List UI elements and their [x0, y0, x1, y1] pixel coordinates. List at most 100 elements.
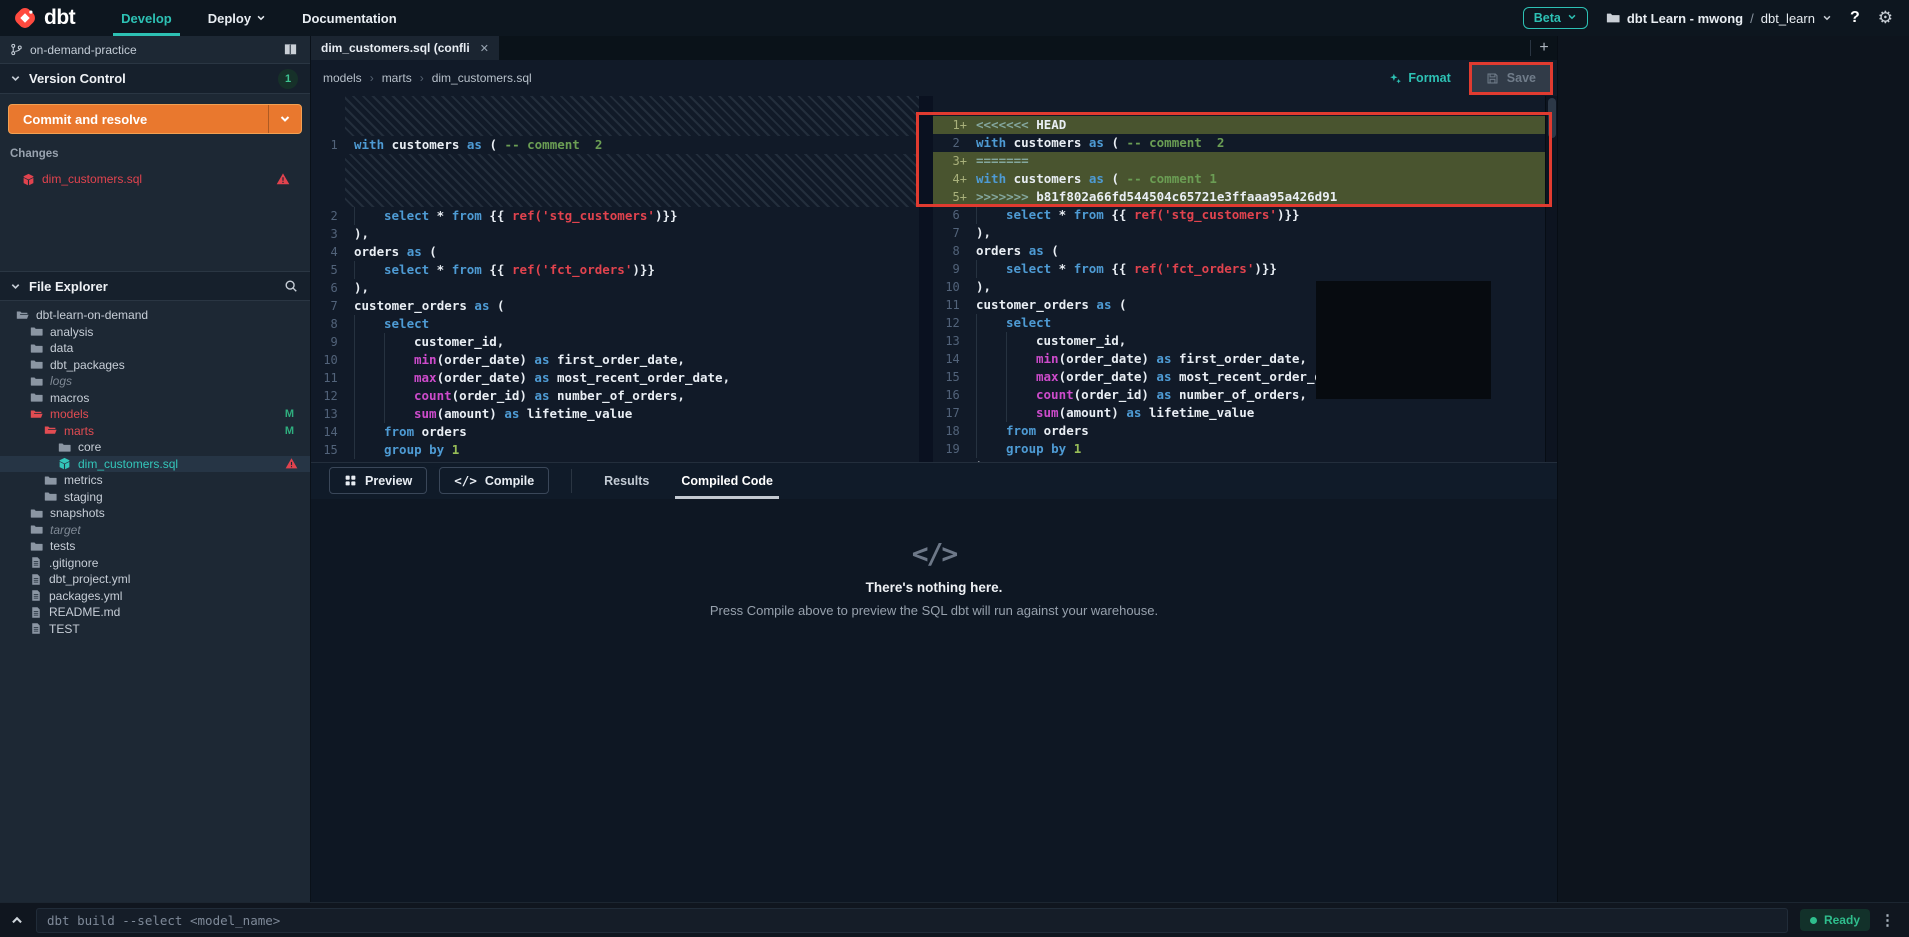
tab-results[interactable]: Results [604, 462, 649, 499]
file-icon [30, 589, 42, 602]
compile-button[interactable]: </> Compile [439, 467, 549, 494]
tree-item-label: macros [50, 391, 89, 405]
folder-icon [44, 490, 57, 503]
search-icon[interactable] [284, 279, 298, 293]
tree-item-models[interactable]: modelsM [0, 406, 310, 423]
folder-icon [30, 523, 43, 536]
editor-pane-current[interactable]: 1 with customers as ( -- comment 2 2 sele… [311, 96, 919, 462]
code-line[interactable]: 5 select * from {{ ref('fct_orders')}} [311, 261, 919, 279]
folder-icon [30, 540, 43, 553]
close-icon[interactable]: ✕ [480, 42, 489, 55]
docs-book-icon[interactable] [283, 42, 298, 57]
nav-item-deploy[interactable]: Deploy [190, 0, 284, 36]
tree-item-dbt-project-yml[interactable]: dbt_project.yml [0, 571, 310, 588]
line-number: 13 [311, 405, 345, 423]
account-breadcrumb[interactable]: dbt Learn - mwong / dbt_learn [1606, 11, 1832, 26]
modified-badge: M [285, 408, 310, 420]
tree-item-readme-md[interactable]: README.md [0, 604, 310, 621]
changed-file-name: dim_customers.sql [42, 172, 142, 186]
tree-item-macros[interactable]: macros [0, 390, 310, 407]
tree-item-marts[interactable]: martsM [0, 423, 310, 440]
tree-item-packages-yml[interactable]: packages.yml [0, 588, 310, 605]
branch-row[interactable]: on-demand-practice [0, 36, 310, 64]
kebab-menu-icon[interactable]: ⋮ [1880, 911, 1895, 929]
code-line[interactable]: 6 ), [311, 279, 919, 297]
preview-button[interactable]: Preview [329, 467, 427, 494]
code-line[interactable]: 7 ), [933, 224, 1545, 242]
code-line[interactable]: 14 from orders [311, 423, 919, 441]
chevron-up-icon[interactable] [10, 913, 24, 927]
tree-item-dbt-learn-on-demand[interactable]: dbt-learn-on-demand [0, 307, 310, 324]
changed-file-row[interactable]: dim_customers.sql [8, 168, 302, 190]
commit-and-resolve-button[interactable]: Commit and resolve [8, 104, 302, 134]
tree-item-dbt-packages[interactable]: dbt_packages [0, 357, 310, 374]
tree-item-data[interactable]: data [0, 340, 310, 357]
code-line[interactable]: 5+>>>>>>> b81f802a66fd544504c65721e3ffaa… [933, 188, 1545, 206]
tab-dim-customers[interactable]: dim_customers.sql (confli... ✕ [311, 36, 499, 60]
dbt-logo[interactable]: dbt [12, 5, 75, 31]
tree-item--gitignore[interactable]: .gitignore [0, 555, 310, 572]
code-line[interactable]: 3 ), [311, 225, 919, 243]
line-number: 9 [933, 260, 967, 278]
new-tab-button[interactable]: + [1531, 36, 1557, 60]
gear-icon[interactable]: ⚙ [1878, 8, 1893, 28]
tree-item-label: snapshots [50, 506, 105, 520]
editor-column: dim_customers.sql (confli... ✕ + models … [311, 36, 1557, 902]
code-line[interactable]: 11 max(order_date) as most_recent_order_… [311, 369, 919, 387]
scrollbar-thumb[interactable] [1548, 98, 1556, 138]
tree-item-core[interactable]: core [0, 439, 310, 456]
indent-guide [354, 261, 384, 279]
tree-item-test[interactable]: TEST [0, 621, 310, 638]
tree-item-metrics[interactable]: metrics [0, 472, 310, 489]
collapsed-diff-region [345, 154, 919, 207]
code-line[interactable]: 6 select * from {{ ref('stg_customers')}… [933, 206, 1545, 224]
nav-item-documentation[interactable]: Documentation [284, 0, 415, 36]
tab-compiled-code[interactable]: Compiled Code [681, 462, 773, 499]
code-line[interactable]: 9 customer_id, [311, 333, 919, 351]
indent-guide [976, 404, 1006, 422]
tree-item-snapshots[interactable]: snapshots [0, 505, 310, 522]
tree-item-logs[interactable]: logs [0, 373, 310, 390]
beta-dropdown[interactable]: Beta [1523, 7, 1588, 29]
file-icon [30, 556, 42, 569]
command-input[interactable]: dbt build --select <model_name> [36, 908, 1788, 933]
code-line[interactable]: 13 sum(amount) as lifetime_value [311, 405, 919, 423]
help-icon[interactable]: ? [1850, 9, 1860, 27]
tree-item-tests[interactable]: tests [0, 538, 310, 555]
code-line[interactable]: 15 group by 1 [311, 441, 919, 459]
code-line[interactable]: 2 with customers as ( -- comment 2 [933, 134, 1545, 152]
code-line[interactable]: 9 select * from {{ ref('fct_orders')}} [933, 260, 1545, 278]
indent-guide [976, 350, 1006, 368]
code-line[interactable]: 19 group by 1 [933, 440, 1545, 458]
version-control-header[interactable]: Version Control 1 [0, 64, 310, 94]
code-line[interactable]: 10 min(order_date) as first_order_date, [311, 351, 919, 369]
tree-item-label: TEST [49, 622, 80, 636]
save-button[interactable]: Save [1472, 65, 1550, 92]
code-line[interactable]: 12 count(order_id) as number_of_orders, [311, 387, 919, 405]
code-line[interactable]: 1+<<<<<<< HEAD [933, 116, 1545, 134]
tree-item-analysis[interactable]: analysis [0, 324, 310, 341]
code-line[interactable]: 8 orders as ( [933, 242, 1545, 260]
line-number: 3+ [933, 152, 967, 170]
format-button[interactable]: Format [1389, 71, 1450, 85]
code-line[interactable]: 3+======= [933, 152, 1545, 170]
code-line[interactable]: 7 customer_orders as ( [311, 297, 919, 315]
tree-item-dim-customers-sql[interactable]: dim_customers.sql [0, 456, 310, 473]
editor-scrollbar[interactable] [1545, 96, 1557, 462]
editor-toolbar: models › marts › dim_customers.sql Forma… [311, 60, 1557, 96]
code-line[interactable]: 1 with customers as ( -- comment 2 [311, 136, 919, 154]
code-line[interactable]: 4 orders as ( [311, 243, 919, 261]
pane-divider[interactable] [919, 96, 933, 462]
code-line[interactable]: 8 select [311, 315, 919, 333]
tree-item-target[interactable]: target [0, 522, 310, 539]
code-line[interactable]: 4+with customers as ( -- comment 1 [933, 170, 1545, 188]
code-line[interactable]: 17 sum(amount) as lifetime_value [933, 404, 1545, 422]
file-explorer-header[interactable]: File Explorer [0, 271, 310, 301]
code-line[interactable]: 2 select * from {{ ref('stg_customers')}… [311, 207, 919, 225]
editor-pane-incoming[interactable]: 1+<<<<<<< HEAD2 with customers as ( -- c… [933, 96, 1545, 462]
code-line[interactable]: 18 from orders [933, 422, 1545, 440]
nav-item-develop[interactable]: Develop [103, 0, 190, 36]
tree-item-staging[interactable]: staging [0, 489, 310, 506]
tree-item-label: data [50, 341, 73, 355]
commit-dropdown-chevron-icon[interactable] [269, 105, 301, 133]
